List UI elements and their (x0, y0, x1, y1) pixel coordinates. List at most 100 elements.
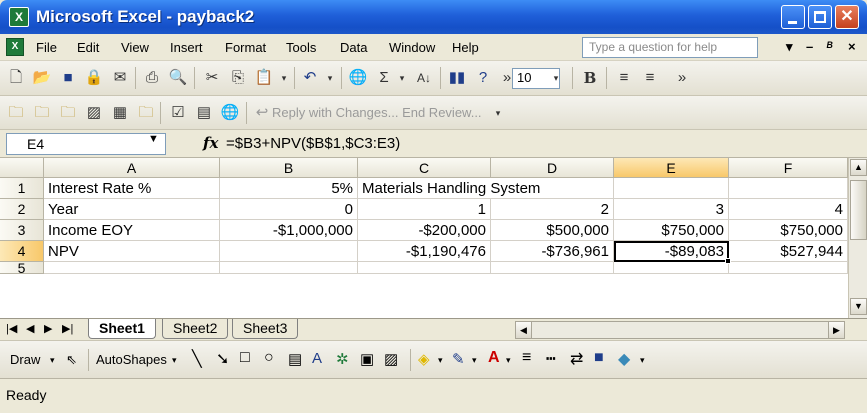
maximize-button[interactable] (808, 5, 832, 29)
tab-sheet2[interactable]: Sheet2 (162, 319, 229, 339)
row-header-3[interactable]: 3 (0, 220, 44, 241)
cell-d4[interactable]: -$736,961 (491, 241, 614, 262)
paste-dropdown-icon[interactable]: ▾ (274, 68, 294, 88)
row-header-2[interactable]: 2 (0, 199, 44, 220)
autoshapes-menu-button[interactable]: AutoShapes (96, 352, 167, 367)
minimize-button[interactable] (781, 5, 805, 29)
cell-a1[interactable]: Interest Rate % (44, 178, 220, 199)
menu-edit[interactable]: Edit (77, 40, 99, 55)
cell-e4-active[interactable]: -$89,083 (614, 241, 729, 262)
paste-icon[interactable]: 📋 (254, 68, 274, 88)
review-icon-5[interactable]: ▦ (110, 103, 130, 123)
menu-window[interactable]: Window (389, 40, 435, 55)
row-header-5[interactable]: 5 (0, 262, 44, 274)
compare-icon[interactable]: ▤ (194, 103, 214, 123)
cell-a4[interactable]: NPV (44, 241, 220, 262)
chart-wizard-icon[interactable]: ▮▮ (447, 68, 467, 88)
cell-a5[interactable] (44, 262, 220, 274)
toolbar-dropdown-icon[interactable]: ▾ (488, 103, 508, 123)
textbox-icon[interactable]: ▤ (288, 350, 302, 368)
draw-dropdown-icon[interactable]: ▾ (50, 355, 55, 366)
cell-f4[interactable]: $527,944 (729, 241, 848, 262)
3d-style-icon[interactable]: ◆ (618, 349, 630, 369)
dash-style-icon[interactable]: ┅ (546, 349, 556, 369)
menu-tools[interactable]: Tools (286, 40, 316, 55)
review-icon-6[interactable]: 🗀 (136, 103, 156, 123)
review-icon-1[interactable]: 🗀 (6, 103, 26, 123)
cell-d3[interactable]: $500,000 (491, 220, 614, 241)
drawing-toolbar-options-icon[interactable]: ▾ (640, 355, 645, 366)
font-color-dropdown-icon[interactable]: ▾ (506, 355, 511, 366)
scroll-left-icon[interactable]: ◀ (516, 322, 532, 338)
rectangle-icon[interactable]: □ (240, 349, 250, 367)
excel-app-icon[interactable]: X (9, 7, 29, 27)
cell-d5[interactable] (491, 262, 614, 274)
tab-sheet3[interactable]: Sheet3 (232, 319, 299, 339)
center-icon[interactable]: ≡ (640, 68, 660, 88)
vertical-scroll-thumb[interactable] (850, 180, 867, 240)
select-all-corner[interactable] (0, 158, 44, 178)
line-style-icon[interactable]: ≡ (522, 349, 531, 367)
undo-dropdown-icon[interactable]: ▾ (320, 68, 340, 88)
tab-sheet1[interactable]: Sheet1 (88, 319, 156, 339)
diagram-icon[interactable]: ✲ (336, 350, 349, 368)
cell-b5[interactable] (220, 262, 358, 274)
cell-a2[interactable]: Year (44, 199, 220, 220)
track-changes-icon[interactable]: ☑ (168, 103, 188, 123)
new-icon[interactable]: 🗋 (6, 68, 26, 88)
cell-d2[interactable]: 2 (491, 199, 614, 220)
hyperlink-icon[interactable]: 🌐 (348, 68, 368, 88)
review-icon-3[interactable]: 🗀 (58, 103, 78, 123)
oval-icon[interactable]: ○ (264, 349, 274, 367)
last-sheet-icon[interactable]: ▶| (62, 322, 73, 335)
cell-e1[interactable] (614, 178, 729, 199)
line-color-dropdown-icon[interactable]: ▾ (472, 355, 477, 366)
fill-color-icon[interactable]: ◈ (418, 350, 430, 368)
menu-help[interactable]: Help (452, 40, 479, 55)
review-icon-4[interactable]: ▨ (84, 103, 104, 123)
row-header-1[interactable]: 1 (0, 178, 44, 199)
cell-a3[interactable]: Income EOY (44, 220, 220, 241)
menu-file[interactable]: File (36, 40, 57, 55)
column-header-e[interactable]: E (614, 158, 729, 178)
cell-e3[interactable]: $750,000 (614, 220, 729, 241)
help-search-input[interactable]: Type a question for help (582, 37, 758, 58)
cell-c1[interactable]: Materials Handling System (358, 178, 540, 199)
cell-f3[interactable]: $750,000 (729, 220, 848, 241)
align-left-icon[interactable]: ≡ (614, 68, 634, 88)
menu-view[interactable]: View (121, 40, 149, 55)
cell-e5[interactable] (614, 262, 729, 274)
doc-restore-icon[interactable]: ᴮ (826, 39, 832, 54)
column-header-a[interactable]: A (44, 158, 220, 178)
scroll-down-icon[interactable]: ▼ (850, 298, 867, 315)
name-box-dropdown-icon[interactable]: ▼ (148, 133, 159, 145)
permission-icon[interactable]: 🔒 (84, 68, 104, 88)
menu-data[interactable]: Data (340, 40, 367, 55)
next-sheet-icon[interactable]: ▶ (44, 322, 52, 335)
undo-icon[interactable]: ↶ (300, 68, 320, 88)
wordart-icon[interactable]: A (312, 350, 322, 367)
open-icon[interactable]: 📂 (32, 68, 52, 88)
web-icon[interactable]: 🌐 (220, 103, 240, 123)
workbook-icon[interactable]: X (6, 38, 24, 56)
print-icon[interactable]: ⎙ (142, 68, 162, 88)
horizontal-scrollbar[interactable]: ◀ ▶ (515, 321, 845, 339)
cell-b4[interactable] (220, 241, 358, 262)
arrow-icon[interactable]: ➘ (216, 349, 229, 369)
autoshapes-dropdown-icon[interactable]: ▾ (172, 355, 177, 366)
cell-b2[interactable]: 0 (220, 199, 358, 220)
font-size-dropdown-icon[interactable]: ▾ (546, 68, 566, 88)
cell-f2[interactable]: 4 (729, 199, 848, 220)
cell-e2[interactable]: 3 (614, 199, 729, 220)
bold-icon[interactable]: B (580, 68, 600, 88)
toolbar-options-icon-2[interactable]: » (672, 68, 692, 88)
print-preview-icon[interactable]: 🔍 (168, 68, 188, 88)
cell-c5[interactable] (358, 262, 491, 274)
copy-icon[interactable]: ⎘ (228, 68, 248, 88)
cell-d1[interactable] (491, 178, 614, 199)
sort-ascending-icon[interactable]: A↓ (414, 68, 434, 88)
formula-input[interactable]: =$B3+NPV($B$1,$C3:E3) (226, 135, 400, 152)
email-icon[interactable]: ✉ (110, 68, 130, 88)
row-header-4[interactable]: 4 (0, 241, 44, 262)
vertical-scrollbar[interactable]: ▲ ▼ (848, 158, 867, 318)
